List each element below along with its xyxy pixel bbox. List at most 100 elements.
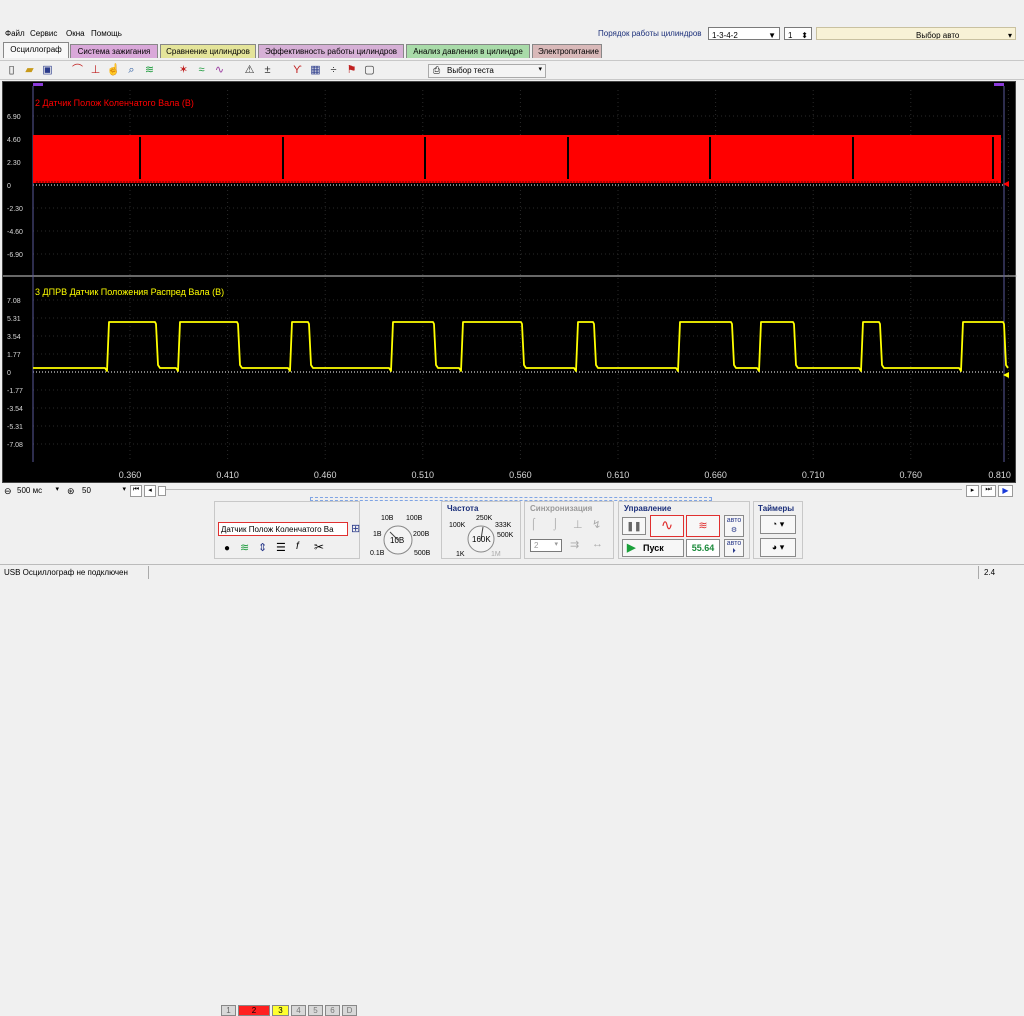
sync-level-icon[interactable]: ⇉ [570, 538, 579, 551]
tab-pressure-analysis[interactable]: Анализ давления в цилиндре [406, 44, 530, 58]
menu-file[interactable]: Файл [5, 29, 25, 38]
scroll-next-icon[interactable]: ▸ [966, 485, 979, 497]
channel-5-button[interactable]: 5 [308, 1005, 323, 1016]
wave-filter-icon[interactable]: ≋ [240, 541, 249, 554]
channel-2-button[interactable]: 2 [238, 1005, 270, 1016]
tab-cylinder-efficiency[interactable]: Эффективность работы цилиндров [258, 44, 404, 58]
continuous-wave-icon[interactable]: ≋ [686, 515, 720, 537]
invert-icon[interactable]: ⇕ [258, 541, 267, 554]
trigger-icon[interactable]: ⌒ [70, 63, 85, 78]
tab-power-supply[interactable]: Электропитание [532, 44, 602, 58]
cyl-number-spinner[interactable]: 1 ⬍ [784, 27, 812, 40]
frequency-value: 160K [472, 535, 491, 544]
auto-scale-label: авто [726, 517, 742, 524]
overlay-icon[interactable]: ≈ [194, 63, 209, 78]
volt-label-200v: 200В [413, 531, 430, 538]
right-cursor-marker[interactable] [994, 83, 1004, 86]
ch2-y-tick-label: 0 [7, 183, 11, 190]
test-icon: ⎙ [433, 65, 441, 75]
timebase-select[interactable]: 500 мс ▾ [14, 485, 62, 498]
tab-ignition[interactable]: Система зажигания [70, 44, 158, 58]
flag-icon[interactable]: ⚑ [344, 63, 359, 78]
toolbar: ▯ ▰ ▣ ⌒ ⊥ ☝ ⌕ ≋ ✶ ≈ ∿ ⚠ ± Ƴ ▦ ÷ ⚑ ▢ ⎙ Вы… [0, 60, 1024, 80]
single-wave-icon[interactable]: ∿ [650, 515, 684, 537]
pause-icon[interactable]: ❚❚ [622, 517, 646, 535]
new-file-icon[interactable]: ▯ [4, 63, 19, 78]
x-tick-label: 0.760 [900, 470, 923, 480]
ch3-y-tick-label: -1.77 [7, 388, 23, 395]
hand-pan-icon[interactable]: ☝ [106, 63, 121, 78]
cursor-icon[interactable]: ⊥ [88, 63, 103, 78]
color-filter-icon[interactable]: Ƴ [290, 63, 305, 78]
spark-icon[interactable]: ✶ [176, 63, 191, 78]
ch3-y-tick-label: 1.77 [7, 352, 21, 359]
scroll-last-icon[interactable]: ⏭ [981, 485, 996, 497]
test-select-dropdown[interactable]: ⎙ Выбор теста ▾ [428, 64, 546, 78]
play-icon[interactable]: ▶ [998, 485, 1013, 497]
oscilloscope-plot: 0.360 0.410 0.460 0.510 0.560 0.610 0.660 0.710… [3, 83, 1017, 480]
ch2-signal-texture [36, 181, 998, 183]
auto-sync-icon[interactable]: ↯ [592, 518, 601, 531]
x-tick-label: 0.560 [509, 470, 532, 480]
ch3-title: 3 ДПРВ Датчик Положения Распред Вала (В) [35, 287, 224, 297]
volt-label-0-1v: 0.1В [370, 550, 385, 557]
auto-select-dropdown[interactable]: Выбор авто ▾ [816, 27, 1016, 40]
save-icon[interactable]: ▣ [40, 63, 55, 78]
chevron-down-icon: ▾ [1007, 31, 1012, 40]
channel-settings-icon[interactable]: ⊞ [351, 522, 360, 535]
channel-name-value: Датчик Полож Коленчатого Ва [221, 525, 334, 534]
timer-2-button[interactable]: ◕ ▾ [760, 538, 796, 557]
compare-icon[interactable]: ∿ [212, 63, 227, 78]
timer-1-button[interactable]: ◔ ▾ [760, 515, 796, 534]
channel-name-field[interactable]: Датчик Полож Коленчатого Ва [218, 522, 348, 536]
edge-down-icon[interactable]: ⊥ [573, 518, 583, 531]
auto-trigger-label: авто [726, 540, 742, 547]
probe-icon[interactable]: ● [224, 543, 230, 554]
document-icon[interactable]: ▢ [362, 63, 377, 78]
channel-1-button[interactable]: 1 [221, 1005, 236, 1016]
menu-windows[interactable]: Окна [66, 29, 85, 38]
start-button[interactable]: ▶ Пуск [622, 539, 684, 557]
scroll-first-icon[interactable]: ⏮ [130, 485, 142, 497]
channel-d-button[interactable]: D [342, 1005, 357, 1016]
tab-cylinder-compare[interactable]: Сравнение цилиндров [160, 44, 256, 58]
formula-icon[interactable]: f [296, 541, 299, 552]
scroll-prev-icon[interactable]: ◂ [144, 485, 156, 497]
channel-4-button[interactable]: 4 [291, 1005, 306, 1016]
offset-zero-icon[interactable]: ± [260, 63, 275, 78]
table-icon[interactable]: ▦ [308, 63, 323, 78]
zoom-value: 50 [82, 486, 91, 495]
timers-title: Таймеры [758, 504, 795, 513]
control-title: Управление [624, 504, 672, 513]
scissors-icon[interactable]: ✂ [314, 540, 324, 554]
cyl-order-select[interactable]: 1-3-4-2 ▼ [708, 27, 780, 40]
menu-service[interactable]: Сервис [30, 29, 57, 38]
ch2-title: 2 Датчик Полож Коленчатого Вала (В) [35, 98, 194, 108]
tab-oscilloscope[interactable]: Осциллограф [3, 42, 69, 58]
cyl-number-value: 1 [788, 31, 793, 40]
lines-icon[interactable]: ☰ [276, 541, 286, 554]
falling-edge-icon[interactable]: ⌡ [552, 518, 559, 530]
play-icon: ▶ [627, 542, 636, 554]
split-icon[interactable]: ÷ [326, 63, 341, 78]
oscilloscope-display[interactable]: 0.360 0.410 0.460 0.510 0.560 0.610 0.660 0.710… [2, 81, 1017, 483]
channel-6-button[interactable]: 6 [325, 1005, 340, 1016]
horizontal-scrollbar[interactable] [166, 489, 962, 493]
sync-channel-select[interactable]: 2 ▾ [530, 539, 562, 552]
channel-3-button[interactable]: 3 [272, 1005, 289, 1016]
freq-label-333k: 333K [495, 522, 512, 529]
scroll-thumb[interactable] [158, 486, 166, 496]
filter-icon[interactable]: ≋ [142, 63, 157, 78]
warning-icon[interactable]: ⚠ [242, 63, 257, 78]
ch2-y-tick-label: 2.30 [7, 160, 21, 167]
auto-scale-button[interactable]: авто ⚙ [724, 515, 744, 537]
auto-trigger-button[interactable]: авто ⏵ [724, 539, 744, 557]
sync-arrows-icon[interactable]: ↔ [592, 538, 603, 550]
open-folder-icon[interactable]: ▰ [22, 63, 37, 78]
zoom-select[interactable]: 50 ▾ [79, 485, 129, 498]
rising-edge-icon[interactable]: ⌠ [530, 518, 537, 530]
left-cursor-marker[interactable] [33, 83, 43, 86]
menu-help[interactable]: Помощь [91, 29, 122, 38]
zoom-icon[interactable]: ⌕ [124, 63, 139, 78]
chevron-down-icon: ▾ [554, 541, 558, 548]
